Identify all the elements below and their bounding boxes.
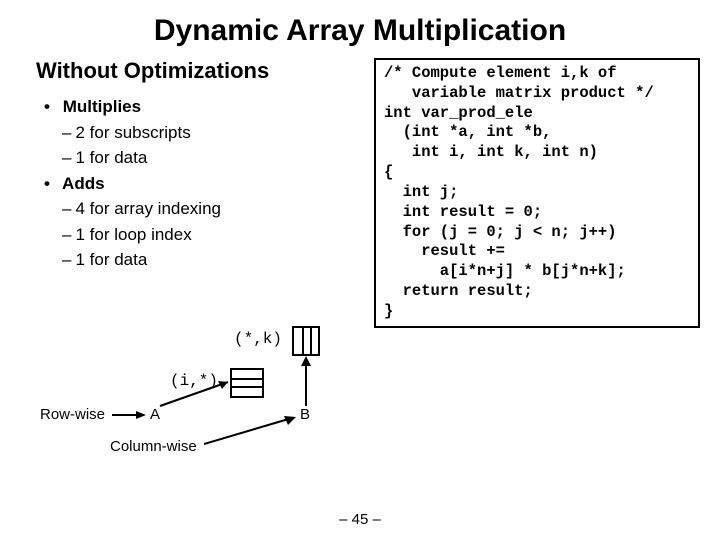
dash-item: 1 for data	[62, 247, 356, 273]
dash-list: 2 for subscripts 1 for data	[44, 120, 356, 171]
bullet-list: Multiplies 2 for subscripts 1 for data A…	[36, 94, 356, 273]
left-heading: Without Optimizations	[36, 58, 356, 84]
arrow-a	[156, 374, 236, 410]
matrix-a-row-stripe	[232, 378, 262, 388]
arrow-colwise	[204, 414, 304, 450]
bullet-item: Multiplies 2 for subscripts 1 for data	[44, 94, 356, 171]
content-row: Without Optimizations Multiplies 2 for s…	[0, 58, 720, 328]
left-column: Without Optimizations Multiplies 2 for s…	[36, 58, 356, 328]
index-k-label: (*,k)	[234, 330, 282, 348]
dash-item: 4 for array indexing	[62, 196, 356, 222]
code-block: /* Compute element i,k of variable matri…	[374, 58, 700, 328]
bullet-label: Multiplies	[63, 97, 141, 116]
dash-list: 4 for array indexing 1 for loop index 1 …	[44, 196, 356, 273]
slide-title: Dynamic Array Multiplication	[0, 0, 720, 58]
arrow-b	[298, 350, 324, 410]
page-number: – 45 –	[0, 511, 720, 528]
bullet-item: Adds 4 for array indexing 1 for loop ind…	[44, 171, 356, 273]
matrix-diagram: (*,k) (i,*) Row-wise A B Column-wise	[40, 330, 380, 480]
rowwise-label: Row-wise	[40, 406, 105, 423]
dash-item: 1 for loop index	[62, 222, 356, 248]
dash-item: 1 for data	[62, 145, 356, 171]
dash-item: 2 for subscripts	[62, 120, 356, 146]
bullet-label: Adds	[62, 174, 105, 193]
colwise-label: Column-wise	[110, 438, 197, 455]
arrow-rowwise	[112, 408, 152, 422]
